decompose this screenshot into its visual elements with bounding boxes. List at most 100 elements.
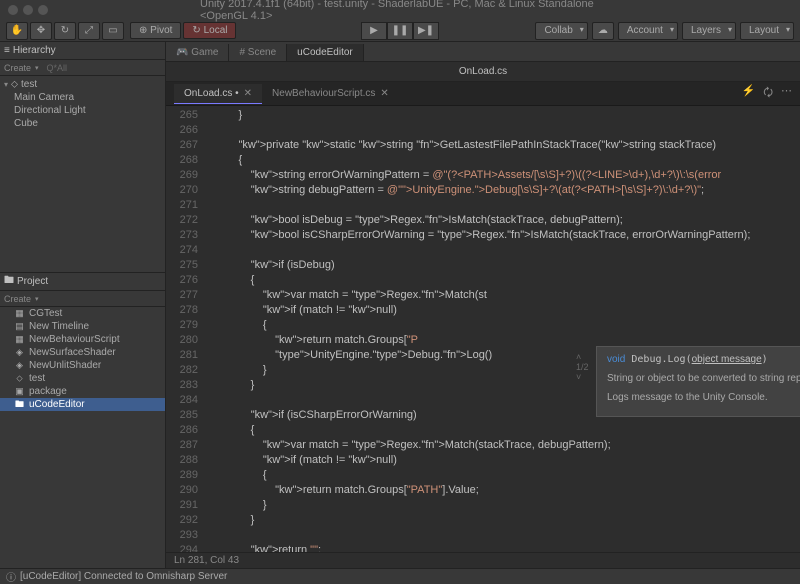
cursor-position: Ln 281, Col 43 [174,555,239,566]
file-tab[interactable]: NewBehaviourScript.cs✕ [262,84,399,104]
project-item[interactable]: ◈NewUnlitShader [0,359,165,372]
code-line[interactable]: "kw">string debugPattern = @"">UnityEngi… [214,183,800,198]
tooltip-summary: Logs message to the Unity Console. [607,391,800,405]
code-line[interactable]: } [214,108,800,123]
pivot-button[interactable]: ⊕ Pivot [130,22,181,39]
editor-area: 🎮 Game# SceneuCodeEditor OnLoad.cs OnLoa… [166,42,800,568]
close-window[interactable] [8,5,18,15]
code-line[interactable]: "kw">if (match != "kw">null) [214,303,800,318]
hierarchy-panel: ≡ Hierarchy Create ▾ Q*All ▾ ⬦ test Main… [0,42,165,272]
search-input[interactable]: Q*All [47,63,68,73]
play-button[interactable]: ▶ [361,22,387,40]
project-item[interactable]: ▦CGTest [0,307,165,320]
code-line[interactable]: "kw">string errorOrWarningPattern = @"(?… [214,168,800,183]
hierarchy-toolbar: Create ▾ Q*All [0,60,165,76]
cs-icon: ▦ [14,334,25,345]
code-area[interactable]: 2652662672682692702712722732742752762772… [166,106,800,552]
layout-label: Layout [749,25,779,36]
code-line[interactable] [214,528,800,543]
layout-dropdown[interactable]: Layout [740,22,794,40]
code-line[interactable] [214,123,800,138]
file-tab[interactable]: OnLoad.cs •✕ [174,84,262,104]
hand-tool[interactable]: ✋ [6,22,28,40]
project-item[interactable]: ▤New Timeline [0,320,165,333]
save-icon[interactable]: ⚡ [741,84,755,103]
project-item[interactable]: ▣package [0,385,165,398]
project-tree: ▦CGTest▤New Timeline▦NewBehaviourScript◈… [0,307,165,411]
pkg-icon: ▣ [14,386,25,397]
close-icon[interactable]: ✕ [244,88,252,99]
tool-group: ✋ ✥ ↻ ⤢ ▭ [6,22,124,40]
code-line[interactable]: "kw">var match = "type">Regex."fn">Match… [214,438,800,453]
scene-root[interactable]: ▾ ⬦ test [0,78,165,91]
project-title: 🖿 Project [4,273,48,290]
pivot-label: Pivot [150,25,172,36]
sync-icon[interactable]: 🗘 [763,84,773,103]
close-icon[interactable]: ✕ [380,88,388,99]
overload-hint: ˄1/2˅ [576,352,589,382]
hierarchy-header: ≡ Hierarchy [0,42,165,60]
editor-tab[interactable]: # Scene [229,44,287,61]
code-line[interactable]: "kw">var match = "type">Regex."fn">Match… [214,288,800,303]
tooltip-signature: void Debug.Log(object message) [607,353,800,367]
project-header: 🖿 Project [0,273,165,291]
project-item[interactable]: ⬦test [0,372,165,385]
line-gutter: 2652662672682692702712722732742752762772… [166,106,206,552]
code-line[interactable] [214,243,800,258]
step-button[interactable]: ▶❚ [413,22,439,40]
code-line[interactable]: "kw">bool isDebug = "type">Regex."fn">Is… [214,213,800,228]
traffic-lights[interactable] [8,5,48,15]
shader-icon: ◈ [14,347,25,358]
maximize-window[interactable] [38,5,48,15]
chevron-down-icon[interactable]: ▾ [35,64,39,72]
code-line[interactable]: "kw">bool isCSharpErrorOrWarning = "type… [214,228,800,243]
editor-tab[interactable]: uCodeEditor [287,44,364,61]
editor-statusbar: Ln 281, Col 43 [166,552,800,568]
chevron-down-icon[interactable]: ▾ [35,295,39,303]
expand-icon[interactable]: ▾ [4,80,8,89]
layers-dropdown[interactable]: Layers [682,22,736,40]
code-line[interactable]: "kw">private "kw">static "kw">string "fn… [214,138,800,153]
local-label: Local [204,25,228,36]
local-button[interactable]: ↻ Local [183,22,236,39]
code-line[interactable]: { [214,468,800,483]
hierarchy-tree: ▾ ⬦ test Main CameraDirectional LightCub… [0,76,165,132]
code-line[interactable] [214,198,800,213]
timeline-icon: ▤ [14,321,25,332]
hierarchy-item[interactable]: Cube [0,117,165,130]
hierarchy-item[interactable]: Main Camera [0,91,165,104]
top-toolbar: ✋ ✥ ↻ ⤢ ▭ ⊕ Pivot ↻ Local ▶ ❚❚ ▶❚ Collab… [0,20,800,42]
code-line[interactable]: "kw">if (match != "kw">null) [214,453,800,468]
code-line[interactable]: "kw">if (isDebug) [214,258,800,273]
cloud-icon[interactable]: ☁ [592,22,614,40]
create-button[interactable]: Create [4,63,31,73]
code-line[interactable]: { [214,273,800,288]
move-tool[interactable]: ✥ [30,22,52,40]
pause-button[interactable]: ❚❚ [387,22,413,40]
more-icon[interactable]: ⋯ [781,84,792,103]
code-line[interactable]: } [214,498,800,513]
collab-dropdown[interactable]: Collab [535,22,587,40]
account-dropdown[interactable]: Account [618,22,678,40]
project-item[interactable]: 🖿uCodeEditor [0,398,165,411]
hierarchy-item[interactable]: Directional Light [0,104,165,117]
code-line[interactable]: } [214,513,800,528]
project-item[interactable]: ◈NewSurfaceShader [0,346,165,359]
file-tabs-actions: ⚡ 🗘 ⋯ [741,84,792,103]
project-create-button[interactable]: Create [4,294,31,304]
rotate-tool[interactable]: ↻ [54,22,76,40]
editor-tabs: 🎮 Game# SceneuCodeEditor [166,42,800,62]
project-item[interactable]: ▦NewBehaviourScript [0,333,165,346]
editor-tab[interactable]: 🎮 Game [166,44,229,61]
account-label: Account [627,25,663,36]
code-line[interactable]: "kw">return match.Groups["PATH"].Value; [214,483,800,498]
code-line[interactable]: { [214,318,800,333]
rect-tool[interactable]: ▭ [102,22,124,40]
play-controls: ▶ ❚❚ ▶❚ [361,22,439,40]
code-content[interactable]: } "kw">private "kw">static "kw">string "… [206,106,800,552]
code-line[interactable]: { [214,423,800,438]
scale-tool[interactable]: ⤢ [78,22,100,40]
code-line[interactable]: { [214,153,800,168]
code-line[interactable]: "kw">return ""; [214,543,800,552]
minimize-window[interactable] [23,5,33,15]
